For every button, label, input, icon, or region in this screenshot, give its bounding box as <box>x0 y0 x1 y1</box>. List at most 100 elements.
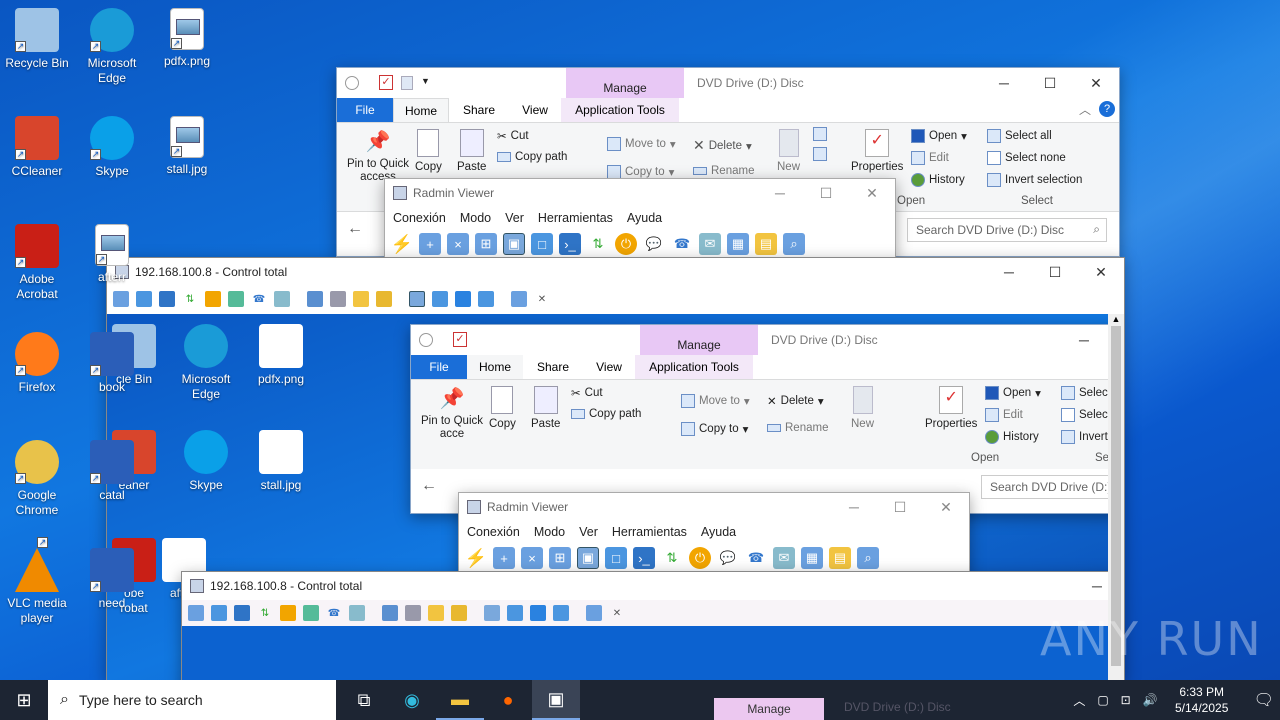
ic-9-icon[interactable] <box>382 605 398 621</box>
remote-fit-icon[interactable] <box>432 291 448 307</box>
inner-properties-button[interactable]: ✓ Properties <box>925 386 977 430</box>
remote-users-icon[interactable] <box>330 291 346 307</box>
inner-paste-button[interactable]: Paste <box>531 386 560 430</box>
copy-button[interactable]: Copy <box>415 129 442 173</box>
desktop-icon-c-0[interactable]: ↗ pdfx.png <box>150 8 224 69</box>
help-icon[interactable]: ? <box>1099 101 1115 117</box>
ic-7-icon[interactable]: ☎ <box>326 605 342 621</box>
inner-telnet-icon[interactable]: ›_ <box>633 547 655 569</box>
inner-control-minimize[interactable]: ─ <box>1074 571 1109 601</box>
ic-5-icon[interactable] <box>280 605 296 621</box>
new-item-button[interactable]: New <box>777 129 800 173</box>
inner-folders-icon[interactable]: ▤ <box>829 547 851 569</box>
inner-tab-file[interactable]: File <box>411 355 467 379</box>
remote-tools-icon[interactable]: ✕ <box>534 291 550 307</box>
inner-search-network-icon[interactable]: ⌕ <box>857 547 879 569</box>
taskbar-firefox-icon[interactable]: ● <box>484 680 532 720</box>
inner-menu-ver[interactable]: Ver <box>579 525 598 539</box>
desktop-icon-a-0[interactable]: ↗ Recycle Bin <box>0 8 74 71</box>
desktop-icon-b-1[interactable]: ↗ Skype <box>75 116 149 179</box>
pin-quick-access-button[interactable]: 📌 Pin to Quick access <box>343 129 413 184</box>
inner-copy-path-button[interactable]: Copy path <box>571 408 641 420</box>
inner-voice-icon[interactable]: ☎ <box>745 547 767 569</box>
rename-button[interactable]: Rename <box>693 165 754 177</box>
radmin-maximize-button[interactable]: ☐ <box>803 178 849 208</box>
remote-lock-icon[interactable] <box>353 291 369 307</box>
desktop-icon-b-5[interactable]: ↗ need <box>75 548 149 611</box>
remote-view-icon[interactable] <box>136 291 152 307</box>
inner-manage-tab[interactable]: Manage <box>640 325 758 355</box>
remote-scale-icon[interactable] <box>478 291 494 307</box>
network-icon[interactable]: ⊞ <box>475 233 497 255</box>
inner-menu-herramientas[interactable]: Herramientas <box>612 525 687 539</box>
inner-move-to-button[interactable]: Move to ▾ <box>681 394 750 408</box>
remote-send-icon[interactable] <box>307 291 323 307</box>
inner-tab-application-tools[interactable]: Application Tools <box>635 355 753 379</box>
tray-device-icon[interactable]: ▢ <box>1097 693 1108 707</box>
delete-connection-icon[interactable]: × <box>447 233 469 255</box>
telnet-icon[interactable]: ›_ <box>559 233 581 255</box>
desktop-icon-c-1[interactable]: ↗ stall.jpg <box>150 116 224 177</box>
ic-13-icon[interactable] <box>484 605 500 621</box>
view-only-icon[interactable]: □ <box>531 233 553 255</box>
open-button[interactable]: Open ▾ <box>911 129 967 143</box>
ic-1-icon[interactable] <box>188 605 204 621</box>
folders-icon[interactable]: ▤ <box>755 233 777 255</box>
inner-menu-ayuda[interactable]: Ayuda <box>701 525 736 539</box>
inner-add-icon[interactable]: + <box>493 547 515 569</box>
inner-menu-modo[interactable]: Modo <box>534 525 565 539</box>
add-connection-icon[interactable]: + <box>419 233 441 255</box>
inner-menu-conexion[interactable]: Conexión <box>467 525 520 539</box>
network-icon[interactable]: ⊡ <box>1121 693 1131 707</box>
menu-herramientas[interactable]: Herramientas <box>538 211 613 225</box>
remote-maximize-button[interactable]: ☐ <box>1032 257 1078 287</box>
search-box[interactable]: Search DVD Drive (D:) Disc ⌕ <box>907 218 1107 242</box>
scroll-up-icon[interactable]: ▲ <box>1108 314 1124 324</box>
inner-connect-icon[interactable]: ⚡ <box>465 547 487 569</box>
copy-to-button[interactable]: Copy to ▾ <box>607 165 674 179</box>
quick-access-dropdown-icon[interactable]: ▼ <box>421 76 430 86</box>
inner-radmin-maximize[interactable]: ☐ <box>877 492 923 522</box>
remote-close-button[interactable]: ✕ <box>1078 257 1124 287</box>
remote-transfer-icon[interactable]: ⇅ <box>182 291 198 307</box>
inner-full-control-icon[interactable]: ▣ <box>577 547 599 569</box>
taskbar-search-box[interactable]: ⌕ Type here to search <box>48 680 336 720</box>
desktop-icon-a-3[interactable]: ↗ Firefox <box>0 332 74 395</box>
inner-transfer-icon[interactable]: ⇅ <box>661 547 683 569</box>
full-control-icon[interactable]: ▣ <box>503 233 525 255</box>
file-transfer-icon[interactable]: ⇅ <box>587 233 609 255</box>
chat-icon[interactable]: 💬 <box>643 233 665 255</box>
ic-2-icon[interactable] <box>211 605 227 621</box>
remote-unlock-icon[interactable] <box>376 291 392 307</box>
inner-cut-button[interactable]: ✂ Cut <box>571 386 603 400</box>
select-none-button[interactable]: Select none <box>987 151 1066 165</box>
inner-desktop-icon[interactable]: Microsoft Edge <box>169 324 243 402</box>
taskbar-file-explorer-icon[interactable]: ▬ <box>436 680 484 720</box>
ic-16-icon[interactable] <box>553 605 569 621</box>
inner-select-all-button[interactable]: Selec <box>1061 386 1108 400</box>
remote-shutdown-icon[interactable] <box>205 291 221 307</box>
search-network-icon[interactable]: ⌕ <box>783 233 805 255</box>
remote-full-control-icon[interactable] <box>113 291 129 307</box>
copy-path-button[interactable]: Copy path <box>497 151 567 163</box>
inner-remove-icon[interactable]: × <box>521 547 543 569</box>
new-folder-icon[interactable] <box>401 76 413 90</box>
back-arrow-icon[interactable]: ← <box>347 220 363 238</box>
voice-chat-icon[interactable]: ☎ <box>671 233 693 255</box>
maximize-button[interactable]: ☐ <box>1027 68 1073 98</box>
properties-check-icon[interactable]: ✓ <box>379 75 393 90</box>
ic-14-icon[interactable] <box>507 605 523 621</box>
cut-button[interactable]: ✂ Cut <box>497 129 529 143</box>
inner-radmin-close[interactable]: ✕ <box>923 492 969 522</box>
desktop-icon-b-3[interactable]: ↗ book <box>75 332 149 395</box>
remote-telnet-icon[interactable] <box>159 291 175 307</box>
grid-view-icon[interactable]: ▦ <box>727 233 749 255</box>
inner-explorer-minimize[interactable]: ─ <box>1061 325 1107 355</box>
inner-search-box[interactable]: Search DVD Drive (D:) D <box>981 475 1109 499</box>
remote-chat-icon[interactable] <box>228 291 244 307</box>
manage-tab[interactable]: Manage <box>566 68 684 98</box>
desktop-icon-a-2[interactable]: ↗ Adobe Acrobat <box>0 224 74 302</box>
desktop-icon-a-4[interactable]: ↗ Google Chrome <box>0 440 74 518</box>
minimize-button[interactable]: ─ <box>981 68 1027 98</box>
inner-new-button[interactable]: New <box>851 386 874 430</box>
